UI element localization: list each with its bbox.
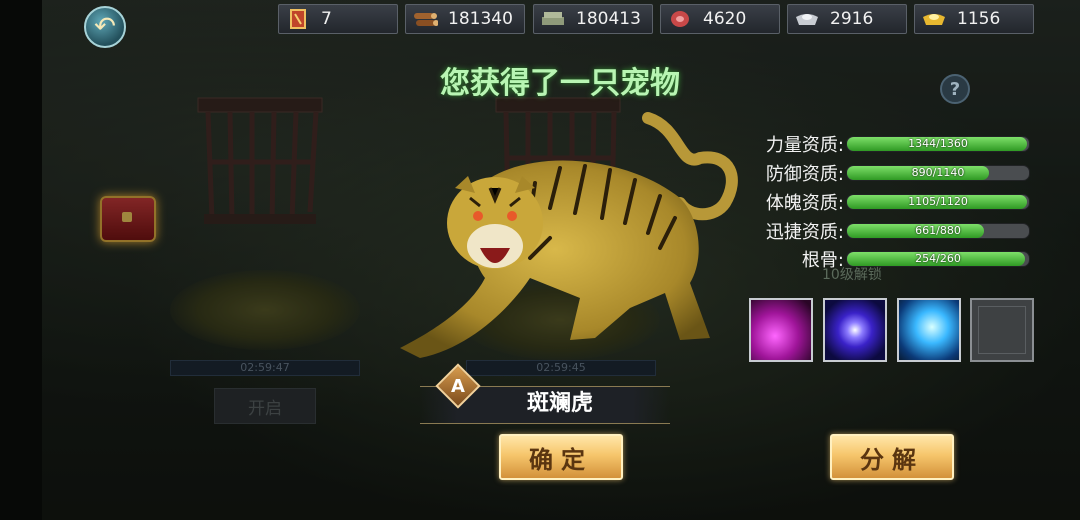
resource-value: 180413 bbox=[576, 9, 641, 29]
empty-skill-slot[interactable] bbox=[970, 298, 1034, 362]
resource-value: 1156 bbox=[957, 9, 1001, 29]
blue-lightning-skill-icon[interactable] bbox=[897, 298, 961, 362]
resource-meat: 4620 bbox=[660, 4, 780, 34]
tiger-pet-image bbox=[400, 112, 738, 358]
stat-label: 迅捷资质: bbox=[765, 222, 844, 243]
stat-value: 1344/1360 bbox=[908, 137, 968, 150]
resource-value: 4620 bbox=[703, 9, 747, 29]
pet-name: 斑斓虎 bbox=[526, 391, 593, 416]
silver-ingot-icon bbox=[794, 8, 820, 30]
help-button[interactable]: ? bbox=[940, 74, 970, 104]
stone-slab-icon bbox=[540, 8, 566, 30]
back-button[interactable]: ↶ bbox=[84, 6, 126, 48]
stat-value: 661/880 bbox=[915, 224, 961, 237]
pink-lightning-skill-icon[interactable] bbox=[749, 298, 813, 362]
stat-value: 890/1140 bbox=[911, 166, 965, 179]
stat-strength: 力量资质: 1344/1360 bbox=[748, 134, 1030, 156]
stat-agility: 迅捷资质: 661/880 bbox=[748, 221, 1030, 243]
meat-icon bbox=[667, 8, 693, 30]
stat-root-bone: 根骨: 254/260 bbox=[748, 249, 1030, 271]
gold-ingot-icon bbox=[921, 8, 947, 30]
scroll-token-icon bbox=[285, 8, 311, 30]
resource-value: 7 bbox=[321, 9, 332, 29]
wood-logs-icon bbox=[412, 8, 438, 30]
resource-wood: 181340 bbox=[405, 4, 525, 34]
stat-constitution: 体魄资质: 1105/1120 bbox=[748, 192, 1030, 214]
resource-scroll-token: 7 bbox=[278, 4, 398, 34]
resource-value: 2916 bbox=[830, 9, 874, 29]
back-arrow-icon: ↶ bbox=[94, 12, 116, 42]
stat-label: 力量资质: bbox=[765, 135, 844, 156]
stat-value: 1105/1120 bbox=[908, 195, 968, 208]
purple-orb-skill-icon[interactable] bbox=[823, 298, 887, 362]
stat-bar: 1105/1120 bbox=[846, 194, 1030, 210]
reward-title: 您获得了一只宠物 bbox=[440, 66, 680, 101]
stat-bar: 1344/1360 bbox=[846, 136, 1030, 152]
stat-defense: 防御资质: 890/1140 bbox=[748, 163, 1030, 185]
stat-bar: 661/880 bbox=[846, 223, 1030, 239]
stat-bar: 890/1140 bbox=[846, 165, 1030, 181]
resource-value: 181340 bbox=[448, 9, 513, 29]
resource-stone: 180413 bbox=[533, 4, 653, 34]
level-unlock-hint: 10级解锁 bbox=[822, 267, 882, 283]
decompose-button[interactable]: 分解 bbox=[830, 434, 954, 480]
stat-label: 体魄资质: bbox=[765, 193, 844, 214]
resource-silver: 2916 bbox=[787, 4, 907, 34]
resource-gold: 1156 bbox=[914, 4, 1034, 34]
confirm-button[interactable]: 确定 bbox=[499, 434, 623, 480]
stat-label: 防御资质: bbox=[765, 164, 844, 185]
